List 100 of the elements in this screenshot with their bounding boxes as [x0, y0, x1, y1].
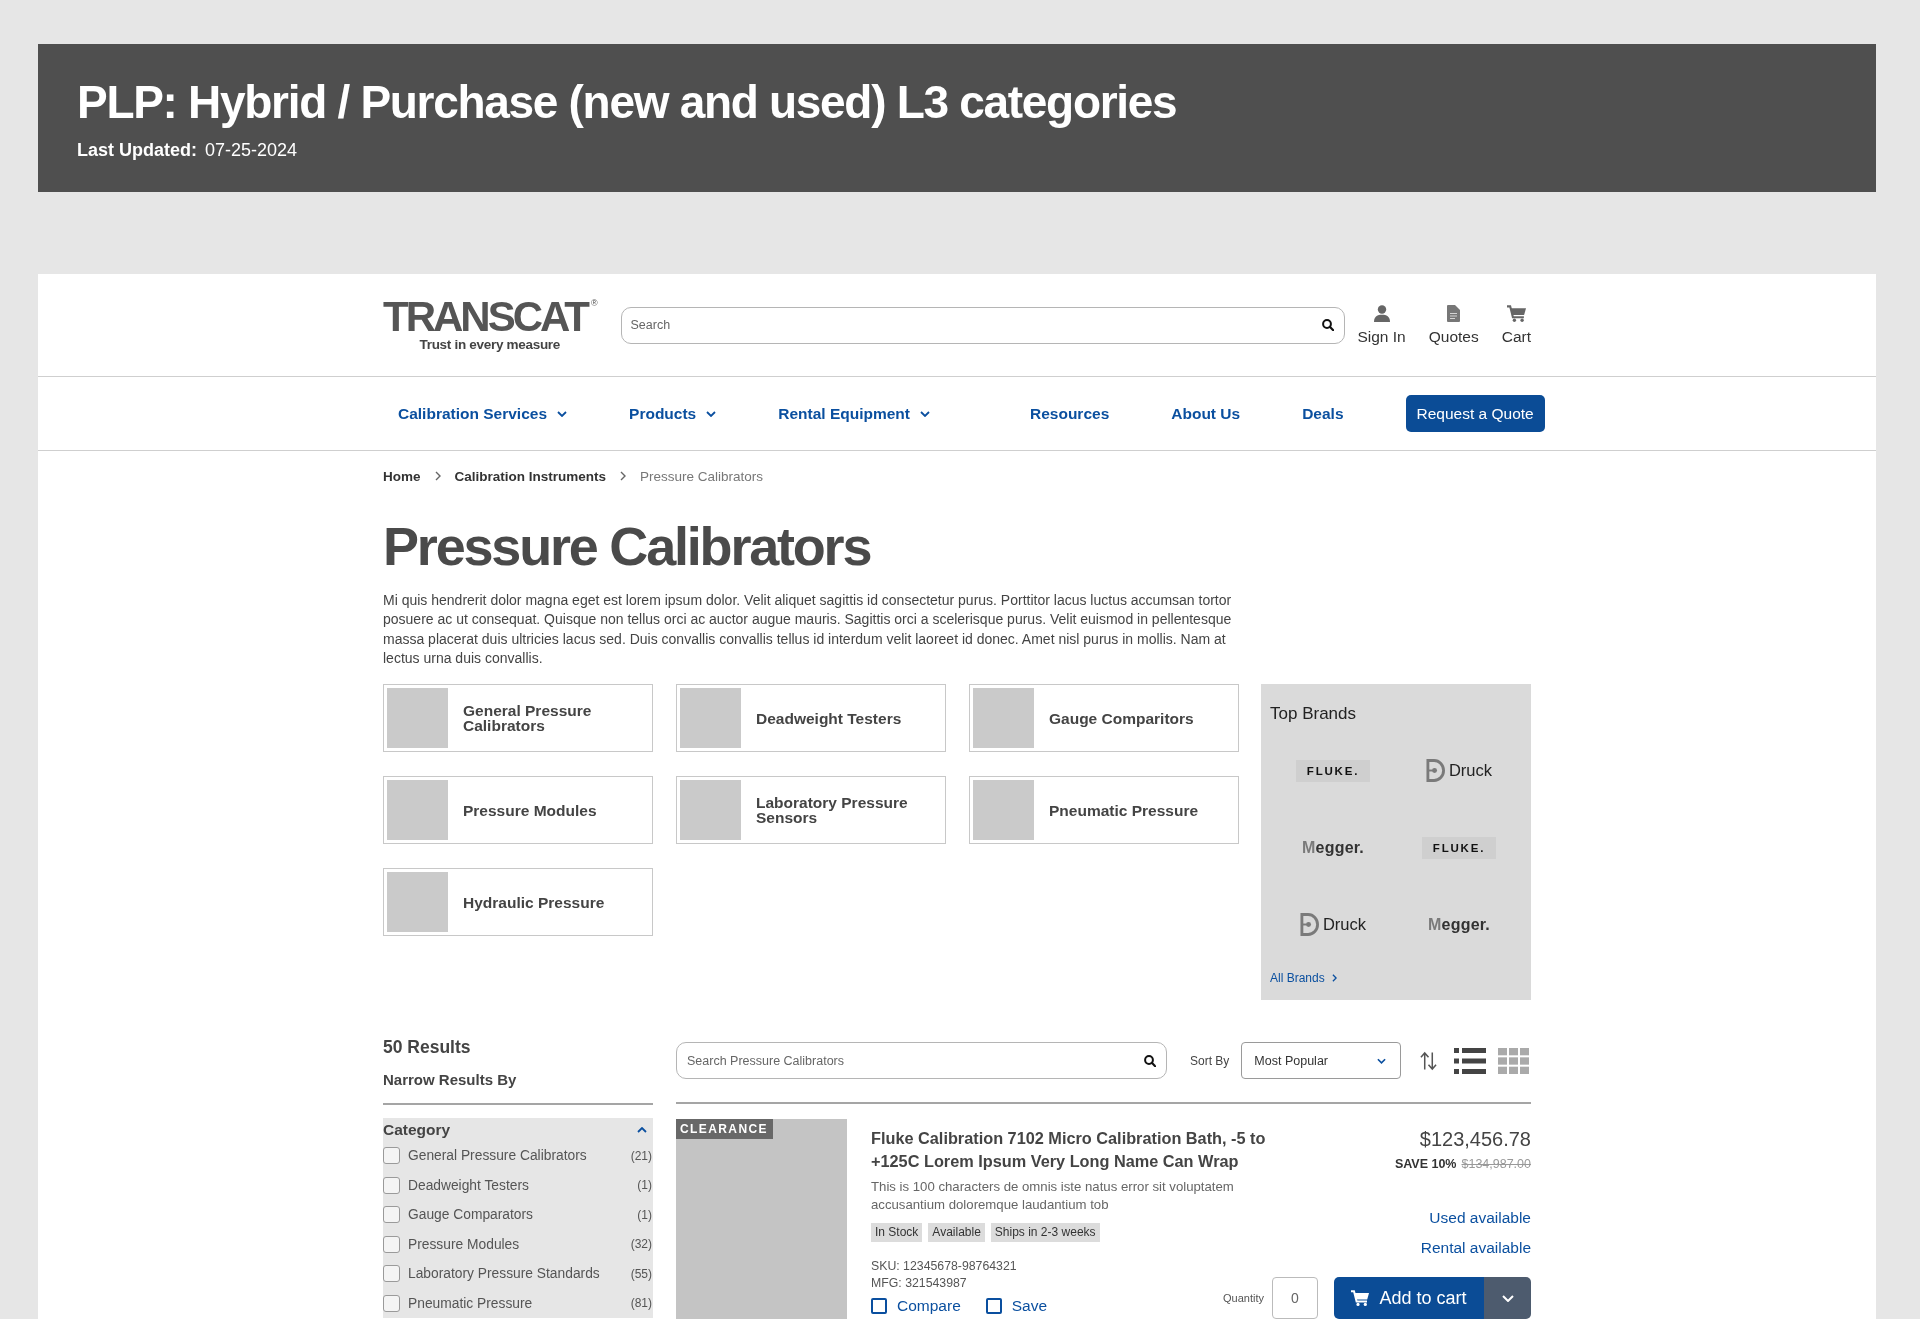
chevron-down-icon — [1377, 1057, 1387, 1064]
sort-label: Sort By — [1190, 1053, 1230, 1068]
last-updated-date: 07-25-2024 — [205, 140, 298, 161]
category-tile[interactable]: Hydraulic Pressure — [383, 868, 653, 937]
checkbox-label[interactable]: Save — [1011, 1296, 1048, 1317]
brand-logo[interactable]: Megger. — [1302, 837, 1364, 858]
logo-mark-icon — [1425, 759, 1445, 783]
breadcrumb-link[interactable]: Home — [383, 468, 421, 484]
original-price: $134,987.00 — [1461, 1156, 1531, 1173]
filter-option-count: (32) — [630, 1237, 653, 1252]
nav-link[interactable]: About Us — [1171, 404, 1241, 423]
filter-option-count: (1) — [637, 1178, 653, 1193]
brand-logo[interactable]: Druck — [1299, 913, 1367, 937]
availability-link[interactable]: Rental available — [1420, 1238, 1531, 1259]
chevron-down-icon — [1501, 1294, 1514, 1302]
availability-tag: In Stock — [871, 1223, 923, 1243]
chevron-right-icon — [620, 471, 627, 481]
chevron-right-icon — [434, 471, 441, 481]
product-title[interactable]: Fluke Calibration 7102 Micro Calibration Bath, -5 to +125C Lorem Ipsum Very Long Name Can Wrap — [871, 1127, 1291, 1174]
quantity-field[interactable]: 0 — [1272, 1277, 1318, 1319]
checkbox-label[interactable]: Compare — [897, 1296, 961, 1317]
chevron-up-icon[interactable] — [637, 1126, 647, 1133]
request-quote-button[interactable]: Request a Quote — [1405, 395, 1545, 432]
header-link[interactable]: Sign In — [1357, 304, 1406, 346]
product-description: This is 100 characters de omnis iste natus error sit voluptatem accusantium doloremque laudantium tob — [871, 1178, 1235, 1215]
filter-option-label[interactable]: Laboratory Pressure Standards — [408, 1266, 600, 1282]
search-field[interactable]: Search — [620, 306, 1345, 344]
category-tile[interactable]: General Pressure Calibrators — [383, 684, 653, 753]
filter-option-count: (81) — [630, 1296, 653, 1311]
image-placeholder — [973, 780, 1034, 841]
category-tile[interactable]: Deadweight Testers — [676, 684, 946, 753]
brand-logo[interactable]: FLUKE. — [1295, 759, 1371, 782]
checkbox[interactable] — [383, 1265, 400, 1283]
filter-option-label[interactable]: Pneumatic Pressure — [408, 1295, 533, 1311]
filter-option-label[interactable]: General Pressure Calibrators — [408, 1148, 587, 1164]
sort-dropdown[interactable]: Most Popular — [1241, 1042, 1402, 1080]
category-tile[interactable]: Laboratory Pressure Sensors — [676, 776, 946, 845]
nav-link[interactable]: Deals — [1302, 404, 1344, 423]
checkbox[interactable] — [383, 1294, 400, 1312]
cart-icon — [1351, 1290, 1370, 1307]
checkbox[interactable] — [383, 1206, 400, 1224]
search-field[interactable]: Search Pressure Calibrators — [676, 1042, 1167, 1080]
image-placeholder — [680, 688, 741, 749]
checkbox[interactable] — [985, 1298, 1002, 1315]
filter-heading: Narrow Results By — [383, 1070, 517, 1091]
filter-option-count: (1) — [637, 1207, 653, 1222]
product-price: $123,456.78 — [1419, 1127, 1531, 1152]
image-placeholder — [387, 688, 448, 749]
filter-option-count: (55) — [630, 1266, 653, 1281]
nav-link[interactable]: Products — [629, 404, 717, 423]
product-badge: CLEARANCE — [676, 1119, 773, 1140]
availability-link[interactable]: Used available — [1429, 1208, 1531, 1229]
image-placeholder — [387, 780, 448, 841]
breadcrumb-link[interactable]: Calibration Instruments — [454, 468, 607, 484]
sort-arrows-icon[interactable] — [1420, 1050, 1438, 1071]
chevron-right-icon — [1331, 974, 1337, 983]
checkbox[interactable] — [383, 1147, 400, 1165]
logo[interactable]: TRANSCAT® Trust in every measure — [383, 297, 598, 353]
brand-logo[interactable]: FLUKE. — [1421, 836, 1497, 859]
results-count: 50 Results — [383, 1036, 471, 1059]
dropdown-toggle-button[interactable] — [1484, 1277, 1531, 1319]
nav-link[interactable]: Calibration Services — [398, 404, 568, 423]
list-view-icon[interactable] — [1454, 1047, 1487, 1074]
all-brands-link[interactable]: All Brands — [1270, 970, 1337, 987]
brand-logo[interactable]: Druck — [1425, 759, 1493, 783]
image-placeholder — [680, 780, 741, 841]
search-icon[interactable] — [1321, 319, 1334, 331]
discount-label: SAVE 10% — [1394, 1156, 1457, 1173]
filter-option-label[interactable]: Gauge Comparators — [408, 1207, 533, 1223]
header-link[interactable]: Quotes — [1428, 304, 1479, 346]
filter-option-label[interactable]: Deadweight Testers — [408, 1177, 529, 1193]
nav-link[interactable]: Rental Equipment — [778, 404, 930, 423]
logo-mark-icon — [1299, 913, 1319, 937]
checkbox[interactable] — [871, 1298, 887, 1315]
nav-link[interactable]: Resources — [1030, 404, 1110, 423]
quantity-label: Quantity — [1223, 1292, 1264, 1305]
last-updated-label: Last Updated: — [77, 140, 197, 161]
filter-option-label[interactable]: Pressure Modules — [408, 1236, 520, 1252]
intro-paragraph: Mi quis hendrerit dolor magna eget est lorem ipsum dolor. Velit aliquet sagittis id consectetur purus. Porttitor lacus luctus accumsan tortor posuere ac ut consequat. Quisque non tellus orci ac auctor augue mauris. Sagittis orci a scelerisque purus. Velit euismod in pellentesque massa placerat duis ultricies lacus sed. Duis convallis convallis tellus id interdum velit laoreet id donec. Amet nisl purus in mollis. Nam at lectus urna duis convallis. — [383, 591, 1233, 668]
category-tile[interactable]: Pressure Modules — [383, 776, 653, 845]
checkbox[interactable] — [383, 1176, 400, 1194]
add-to-cart-button[interactable]: Add to cart — [1334, 1277, 1484, 1319]
image-placeholder — [387, 872, 448, 933]
category-tile[interactable]: Gauge Comparitors — [969, 684, 1239, 753]
header-link[interactable]: Cart — [1501, 304, 1531, 346]
page-title: Pressure Calibrators — [383, 515, 872, 578]
breadcrumb-current: Pressure Calibrators — [640, 468, 764, 484]
filter-option-count: (21) — [630, 1148, 653, 1163]
sku-text: SKU: 12345678-98764321 — [871, 1258, 1017, 1276]
mfg-text: MFG: 321543987 — [871, 1275, 967, 1293]
cart-icon — [1506, 304, 1526, 322]
document-icon — [1447, 304, 1461, 322]
grid-view-icon[interactable] — [1498, 1047, 1530, 1074]
category-tile[interactable]: Pneumatic Pressure — [969, 776, 1239, 845]
panel-title: Top Brands — [1270, 704, 1356, 725]
person-icon — [1373, 304, 1390, 322]
checkbox[interactable] — [383, 1235, 400, 1253]
brand-logo[interactable]: Megger. — [1428, 914, 1490, 935]
search-icon[interactable] — [1144, 1054, 1156, 1067]
availability-tag: Available — [928, 1223, 985, 1243]
